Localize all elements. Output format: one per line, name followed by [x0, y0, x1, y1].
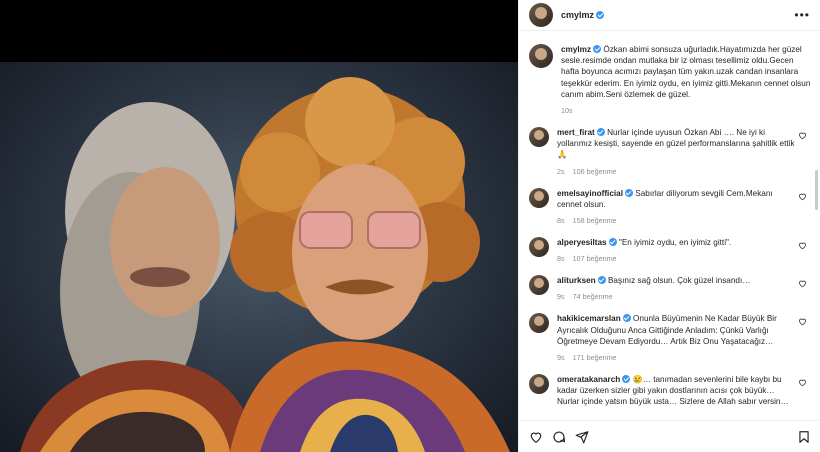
comment-likes[interactable]: 107 beğenme	[573, 254, 617, 263]
verified-badge-icon	[624, 188, 633, 197]
heart-icon[interactable]	[798, 279, 807, 288]
avatar[interactable]	[529, 374, 549, 395]
verified-badge-icon	[622, 375, 631, 384]
comment-username[interactable]: hakikicemarslan	[557, 314, 621, 323]
comment-text: Başınız sağ olsun. Çok güzel insandı…	[607, 276, 751, 286]
caption-time[interactable]: 10s	[561, 106, 573, 115]
comment-likes[interactable]: 74 beğenme	[573, 292, 613, 301]
verified-badge-icon	[593, 45, 602, 53]
heart-icon[interactable]	[798, 317, 807, 326]
comments-scrollbar[interactable]	[815, 170, 818, 210]
post-image[interactable]	[0, 62, 518, 452]
comment-icon[interactable]	[552, 430, 566, 444]
verified-badge-icon	[596, 11, 605, 19]
caption-username[interactable]: cmylmz	[561, 45, 591, 54]
comment-item: alperyesiltas "En iyimiz oydu, en iyimiz…	[529, 237, 811, 263]
avatar[interactable]	[529, 275, 549, 296]
comment-time[interactable]: 8s	[557, 216, 565, 225]
comments-list[interactable]: cmylmz Özkan abimi sonsuza uğurladık.Hay…	[519, 32, 820, 420]
comment-item: emelsayinofficial Sabırlar diliyorum sev…	[529, 187, 811, 225]
comment-time[interactable]: 9s	[557, 292, 565, 301]
comment-time[interactable]: 9s	[557, 353, 565, 362]
avatar[interactable]	[529, 3, 553, 27]
avatar[interactable]	[529, 313, 549, 334]
avatar[interactable]	[529, 187, 549, 208]
verified-badge-icon	[597, 276, 606, 285]
comment-text: "En iyimiz oydu, en iyimiz gitti".	[618, 238, 732, 248]
post-caption: cmylmz Özkan abimi sonsuza uğurladık.Hay…	[529, 32, 811, 115]
comment-username[interactable]: mert_firat	[557, 128, 595, 137]
comment-time[interactable]: 8s	[557, 254, 565, 263]
share-icon[interactable]	[575, 430, 589, 444]
heart-icon[interactable]	[798, 192, 807, 201]
comment-likes[interactable]: 106 beğenme	[573, 167, 617, 176]
comment-item: aliturksen Başınız sağ olsun. Çok güzel …	[529, 275, 811, 301]
comment-item: mert_firat Nurlar içinde uyusun Özkan Ab…	[529, 127, 811, 176]
memorial-portrait-illustration	[20, 77, 510, 452]
heart-icon[interactable]	[529, 430, 543, 444]
post-side-panel: cmylmz ••• cmylmz Özkan abimi sonsuza uğ…	[518, 0, 820, 452]
post-header: cmylmz •••	[519, 0, 820, 31]
comment-username[interactable]: aliturksen	[557, 276, 596, 285]
comment-username[interactable]: omeratakanarch	[557, 375, 620, 384]
post-actions	[519, 420, 820, 452]
heart-icon[interactable]	[798, 241, 807, 250]
comment-username[interactable]: alperyesiltas	[557, 238, 607, 247]
avatar[interactable]	[529, 127, 549, 148]
post-username[interactable]: cmylmz	[561, 10, 605, 20]
heart-icon[interactable]	[798, 378, 807, 387]
heart-icon[interactable]	[798, 131, 807, 140]
bookmark-icon[interactable]	[797, 430, 811, 444]
comment-item: hakikicemarslan Onunla Büyümenin Ne Kada…	[529, 313, 811, 362]
avatar[interactable]	[529, 44, 553, 68]
post-media	[0, 0, 518, 452]
comment-item: omeratakanarch 😢… tanımadan sevenlerini …	[529, 374, 811, 408]
avatar[interactable]	[529, 237, 549, 258]
verified-badge-icon	[622, 314, 631, 323]
comment-likes[interactable]: 171 beğenme	[573, 353, 617, 362]
verified-badge-icon	[608, 238, 617, 247]
comment-username[interactable]: emelsayinofficial	[557, 189, 623, 198]
caption-text: Özkan abimi sonsuza uğurladık.Hayatımızd…	[561, 45, 811, 99]
comment-time[interactable]: 2s	[557, 167, 565, 176]
more-options-icon[interactable]: •••	[794, 8, 810, 22]
comment-likes[interactable]: 158 beğenme	[573, 216, 617, 225]
verified-badge-icon	[596, 128, 605, 137]
